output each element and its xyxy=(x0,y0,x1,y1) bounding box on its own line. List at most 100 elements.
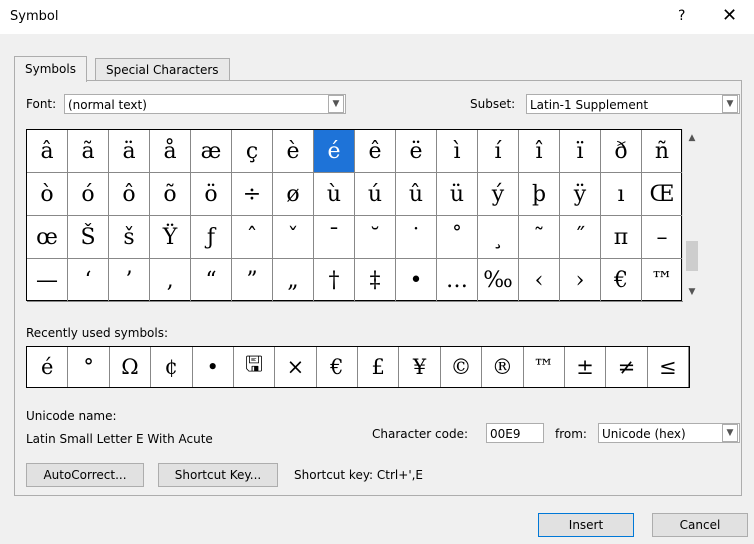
symbol-cell[interactable]: œ xyxy=(27,216,68,259)
symbol-cell[interactable]: ü xyxy=(437,173,478,216)
recent-symbol-cell[interactable]: ™ xyxy=(524,347,565,387)
from-dropdown-chevron-down-icon[interactable]: ▼ xyxy=(722,424,738,442)
close-button[interactable]: ✕ xyxy=(722,5,737,26)
symbol-cell[interactable]: • xyxy=(396,259,437,302)
symbol-cell[interactable]: ê xyxy=(355,130,396,173)
scroll-thumb[interactable] xyxy=(686,241,698,271)
font-dropdown-chevron-down-icon[interactable]: ▼ xyxy=(328,95,344,113)
symbol-cell[interactable]: ˙ xyxy=(396,216,437,259)
symbol-grid-scrollbar[interactable]: ▲ ▼ xyxy=(682,129,701,301)
symbol-cell[interactable]: ‘ xyxy=(68,259,109,302)
symbol-cell[interactable]: ‡ xyxy=(355,259,396,302)
symbol-cell[interactable]: ë xyxy=(396,130,437,173)
from-select-value: Unicode (hex) xyxy=(602,427,686,441)
symbol-cell[interactable]: ˜ xyxy=(519,216,560,259)
symbol-cell[interactable]: ð xyxy=(601,130,642,173)
symbol-cell[interactable]: õ xyxy=(150,173,191,216)
symbol-cell[interactable]: ó xyxy=(68,173,109,216)
recent-symbol-cell[interactable]: £ xyxy=(358,347,400,387)
symbol-cell[interactable]: ù xyxy=(314,173,355,216)
symbol-cell[interactable]: ï xyxy=(560,130,601,173)
scroll-down-icon[interactable]: ▼ xyxy=(683,283,701,301)
symbol-cell[interactable]: ˇ xyxy=(273,216,314,259)
symbol-cell[interactable]: ò xyxy=(27,173,68,216)
symbol-cell[interactable]: … xyxy=(437,259,478,302)
symbol-cell[interactable]: þ xyxy=(519,173,560,216)
symbol-cell[interactable]: ‹ xyxy=(519,259,560,302)
symbol-cell[interactable]: € xyxy=(601,259,642,302)
subset-select[interactable]: Latin-1 Supplement xyxy=(526,94,740,114)
recent-symbol-cell[interactable]: Ω xyxy=(110,347,152,387)
cancel-button[interactable]: Cancel xyxy=(652,513,748,537)
font-select[interactable]: (normal text) xyxy=(64,94,346,114)
symbol-cell[interactable]: Ÿ xyxy=(150,216,191,259)
help-button[interactable]: ? xyxy=(678,8,685,24)
symbol-cell[interactable]: ” xyxy=(232,259,273,302)
symbol-cell[interactable]: ¯ xyxy=(314,216,355,259)
symbol-cell[interactable]: ø xyxy=(273,173,314,216)
symbol-cell[interactable]: ý xyxy=(478,173,519,216)
symbol-cell[interactable]: â xyxy=(27,130,68,173)
character-code-input[interactable]: 00E9 xyxy=(486,423,544,443)
symbol-cell[interactable]: ’ xyxy=(109,259,150,302)
shortcut-key-button[interactable]: Shortcut Key... xyxy=(158,463,278,487)
scroll-up-icon[interactable]: ▲ xyxy=(683,129,701,147)
symbol-cell[interactable]: Œ xyxy=(642,173,683,216)
symbol-cell[interactable]: æ xyxy=(191,130,232,173)
subset-dropdown-chevron-down-icon[interactable]: ▼ xyxy=(722,95,738,113)
symbol-cell[interactable]: › xyxy=(560,259,601,302)
recent-symbol-cell[interactable]: © xyxy=(441,347,483,387)
symbol-cell[interactable]: ™ xyxy=(642,259,683,302)
symbol-cell[interactable]: í xyxy=(478,130,519,173)
recent-symbol-cell[interactable]: ≠ xyxy=(606,347,648,387)
recent-symbol-cell[interactable]: ¥ xyxy=(399,347,441,387)
autocorrect-button[interactable]: AutoCorrect... xyxy=(26,463,144,487)
symbol-cell[interactable]: ƒ xyxy=(191,216,232,259)
symbol-cell[interactable]: ã xyxy=(68,130,109,173)
symbol-cell[interactable]: è xyxy=(273,130,314,173)
symbol-cell[interactable]: ä xyxy=(109,130,150,173)
symbol-cell[interactable]: î xyxy=(519,130,560,173)
symbol-cell[interactable]: ÿ xyxy=(560,173,601,216)
symbol-cell[interactable]: ‰ xyxy=(478,259,519,302)
symbol-cell[interactable]: ñ xyxy=(642,130,683,173)
from-select[interactable]: Unicode (hex) xyxy=(598,423,740,443)
symbol-cell[interactable]: ¸ xyxy=(478,216,519,259)
symbol-cell[interactable]: ç xyxy=(232,130,273,173)
recent-symbol-cell[interactable]: ≤ xyxy=(648,347,689,387)
recent-symbol-cell[interactable]: € xyxy=(317,347,358,387)
symbol-cell[interactable]: ˝ xyxy=(560,216,601,259)
recent-symbol-cell[interactable]: é xyxy=(27,347,69,387)
symbol-cell[interactable]: ˆ xyxy=(232,216,273,259)
symbol-cell[interactable]: — xyxy=(27,259,68,302)
symbol-cell[interactable]: „ xyxy=(273,259,314,302)
symbol-cell[interactable]: † xyxy=(314,259,355,302)
recent-symbol-cell[interactable]: ® xyxy=(482,347,524,387)
symbol-cell[interactable]: ú xyxy=(355,173,396,216)
tab-special-characters[interactable]: Special Characters xyxy=(95,58,230,81)
symbol-cell[interactable]: é xyxy=(314,130,355,173)
symbol-cell[interactable]: å xyxy=(150,130,191,173)
symbol-cell[interactable]: ô xyxy=(109,173,150,216)
recent-symbol-cell[interactable]: ¢ xyxy=(151,347,193,387)
symbol-cell[interactable]: π xyxy=(601,216,642,259)
symbol-cell[interactable]: û xyxy=(396,173,437,216)
recent-symbol-cell[interactable]: 🖫 xyxy=(234,347,276,387)
symbol-cell[interactable]: – xyxy=(642,216,683,259)
symbol-cell[interactable]: Š xyxy=(68,216,109,259)
symbol-cell[interactable]: ì xyxy=(437,130,478,173)
symbol-cell[interactable]: ˘ xyxy=(355,216,396,259)
symbol-cell[interactable]: ‚ xyxy=(150,259,191,302)
symbol-cell[interactable]: “ xyxy=(191,259,232,302)
recent-symbol-cell[interactable]: × xyxy=(275,347,317,387)
symbol-cell[interactable]: ˚ xyxy=(437,216,478,259)
symbol-cell[interactable]: ı xyxy=(601,173,642,216)
recent-symbol-cell[interactable]: ± xyxy=(565,347,607,387)
recent-symbol-cell[interactable]: ° xyxy=(68,347,110,387)
symbol-cell[interactable]: ÷ xyxy=(232,173,273,216)
insert-button[interactable]: Insert xyxy=(538,513,634,537)
recent-symbol-cell[interactable]: • xyxy=(193,347,234,387)
symbol-cell[interactable]: ö xyxy=(191,173,232,216)
tab-symbols[interactable]: Symbols xyxy=(14,56,87,82)
symbol-cell[interactable]: š xyxy=(109,216,150,259)
